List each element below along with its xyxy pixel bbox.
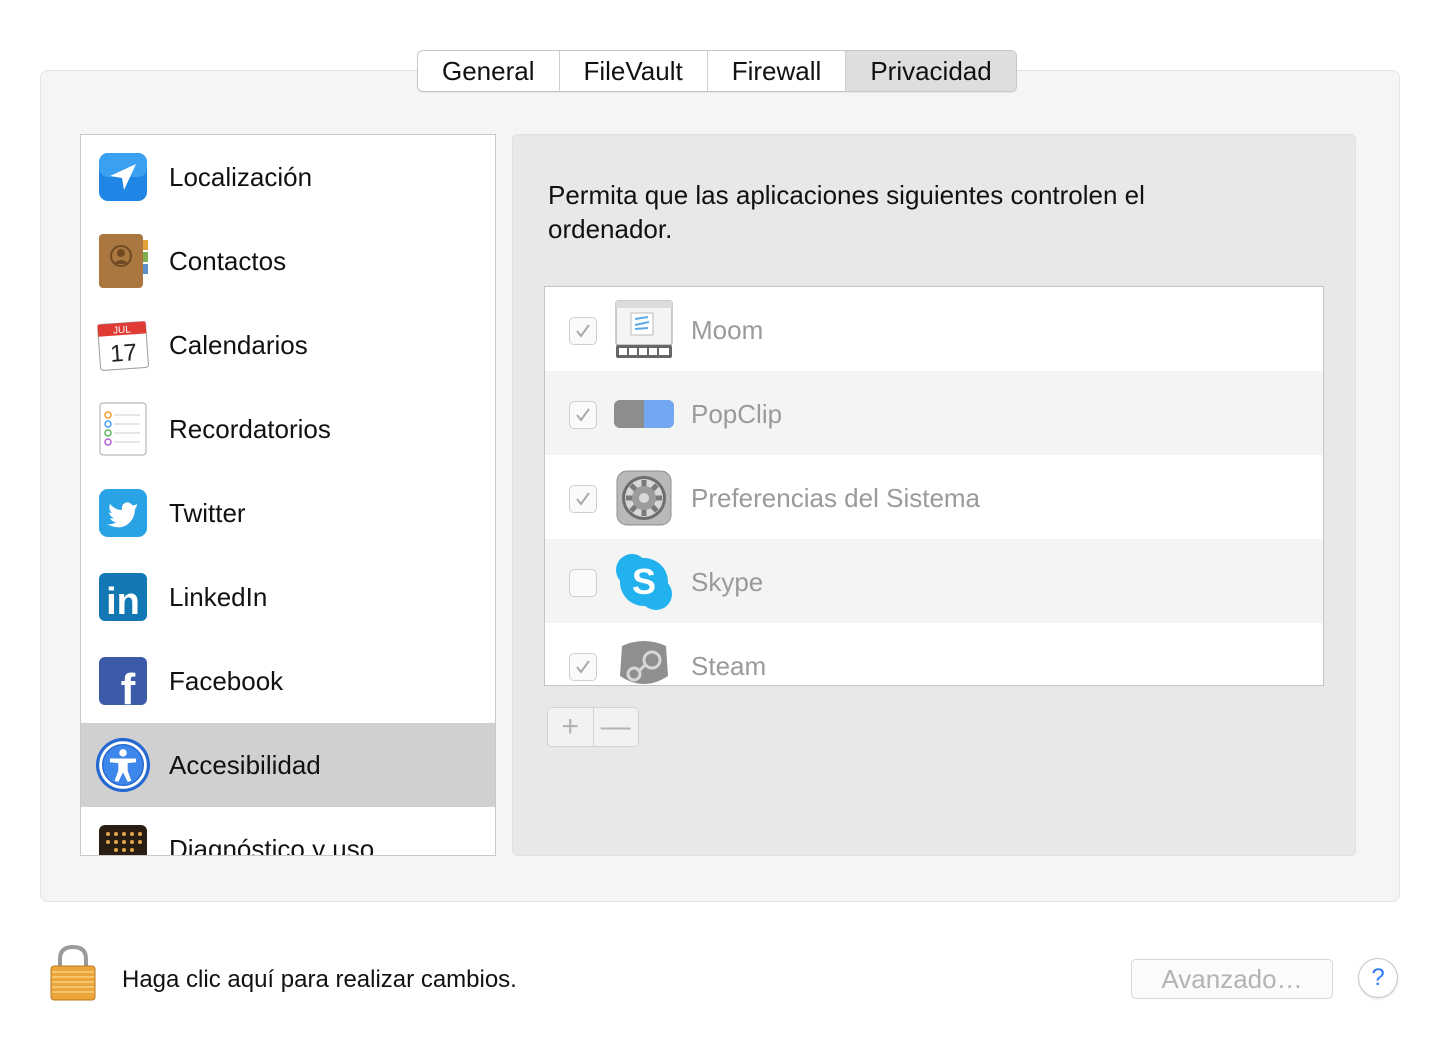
sidebar-item-twitter[interactable]: Twitter <box>81 471 495 555</box>
moom-icon <box>613 299 675 361</box>
popclip-icon <box>613 383 675 445</box>
privacy-category-list[interactable]: Localización Contactos JUL 17 Calendarios… <box>80 134 496 856</box>
app-name: Steam <box>691 651 767 681</box>
app-row-steam[interactable]: Steam <box>545 623 1323 685</box>
facebook-glyph: f <box>121 665 136 706</box>
contacts-book-icon <box>95 233 151 289</box>
add-remove-control: + — <box>547 707 639 747</box>
app-name: PopClip <box>691 399 783 429</box>
reminders-icon <box>95 401 151 457</box>
sidebar-item-label: Accesibilidad <box>169 749 321 780</box>
linkedin-glyph: in <box>106 581 140 622</box>
sidebar-item-label: LinkedIn <box>169 581 268 612</box>
calendar-day-text: 17 <box>109 339 138 368</box>
sidebar-item-accesibilidad[interactable]: Accesibilidad <box>81 723 495 807</box>
sidebar-item-recordatorios[interactable]: Recordatorios <box>81 387 495 471</box>
popclip-checkbox[interactable] <box>569 401 597 429</box>
app-row-preferencias[interactable]: Preferencias del Sistema <box>545 455 1323 539</box>
accessibility-icon <box>95 737 151 793</box>
skype-icon: S <box>613 551 675 613</box>
steam-icon <box>613 635 675 685</box>
app-row-popclip[interactable]: PopClip <box>545 371 1323 455</box>
diagnostics-icon <box>95 821 151 855</box>
sidebar-item-facebook[interactable]: f Facebook <box>81 639 495 723</box>
moom-checkbox[interactable] <box>569 317 597 345</box>
help-button[interactable]: ? <box>1358 958 1398 998</box>
remove-app-button[interactable]: — <box>594 708 639 746</box>
calendar-month-text: JUL <box>113 324 132 336</box>
system-preferences-gear-icon <box>613 467 675 529</box>
add-app-button[interactable]: + <box>548 708 594 746</box>
app-name: Preferencias del Sistema <box>691 483 981 513</box>
sidebar-item-contactos[interactable]: Contactos <box>81 219 495 303</box>
sidebar-item-label: Facebook <box>169 665 284 696</box>
lock-icon[interactable] <box>48 944 98 1002</box>
sidebar-item-linkedin[interactable]: in LinkedIn <box>81 555 495 639</box>
twitter-bird-icon <box>95 485 151 541</box>
facebook-icon: f <box>95 653 151 709</box>
tab-firewall[interactable]: Firewall <box>708 51 847 91</box>
sidebar-item-label: Localización <box>169 161 313 192</box>
app-row-moom[interactable]: Moom <box>545 287 1323 371</box>
preferencias-checkbox[interactable] <box>569 485 597 513</box>
tab-general[interactable]: General <box>418 51 560 91</box>
sidebar-item-localizacion[interactable]: Localización <box>81 135 495 219</box>
linkedin-icon: in <box>95 569 151 625</box>
location-arrow-icon <box>95 149 151 205</box>
skype-checkbox[interactable] <box>569 569 597 597</box>
tab-bar: General FileVault Firewall Privacidad <box>417 50 1017 92</box>
accessibility-app-list[interactable]: Moom PopClip Preferencias del Sistema S … <box>544 286 1324 686</box>
sidebar-item-label: Contactos <box>169 245 287 276</box>
sidebar-item-diagnostico[interactable]: Diagnóstico y uso <box>81 807 495 856</box>
tab-privacidad[interactable]: Privacidad <box>846 51 1016 91</box>
steam-checkbox[interactable] <box>569 653 597 681</box>
tab-filevault[interactable]: FileVault <box>560 51 708 91</box>
sidebar-item-label: Calendarios <box>169 329 308 360</box>
lock-message[interactable]: Haga clic aquí para realizar cambios. <box>122 966 517 994</box>
sidebar-item-label: Diagnóstico y uso <box>169 833 375 856</box>
accessibility-description: Permita que las aplicaciones siguientes … <box>548 180 1145 244</box>
sidebar-item-label: Twitter <box>169 497 246 528</box>
skype-glyph: S <box>632 561 656 602</box>
app-name: Moom <box>691 315 764 345</box>
sidebar-item-calendarios[interactable]: JUL 17 Calendarios <box>81 303 495 387</box>
advanced-button[interactable]: Avanzado… <box>1131 959 1333 999</box>
app-name: Skype <box>691 567 764 597</box>
app-row-skype[interactable]: S Skype <box>545 539 1323 623</box>
calendar-icon: JUL 17 <box>95 317 151 373</box>
sidebar-item-label: Recordatorios <box>169 413 331 444</box>
